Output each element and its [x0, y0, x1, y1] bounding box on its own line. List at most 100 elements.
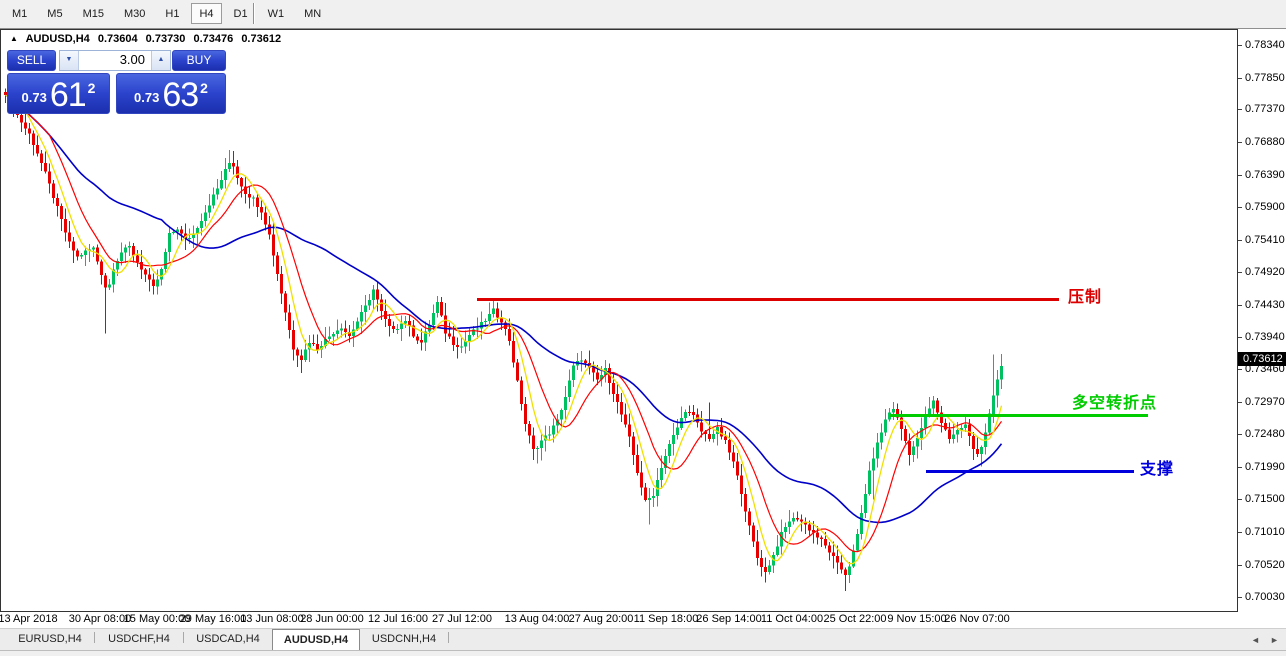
- timeframe-button-M15[interactable]: M15: [75, 3, 112, 24]
- sell-price-big: 61: [50, 81, 86, 109]
- timeframe-button-H1[interactable]: H1: [157, 3, 187, 24]
- y-axis-label: 0.72480: [1245, 428, 1285, 440]
- tab-AUDUSD-H4[interactable]: AUDUSD,H4: [272, 629, 360, 650]
- support-label: 支撑: [1140, 461, 1174, 479]
- sell-price-display[interactable]: 0.73 61 2: [7, 73, 110, 114]
- y-axis-label: 0.75410: [1245, 234, 1285, 246]
- price-tick: [1238, 402, 1242, 403]
- tab-USDCAD-H4[interactable]: USDCAD,H4: [184, 629, 272, 650]
- y-axis-label: 0.74430: [1245, 299, 1285, 311]
- current-price-badge: 0.73612: [1238, 352, 1286, 366]
- x-axis-label: 27 Jul 12:00: [432, 613, 492, 625]
- buy-price-prefix: 0.73: [134, 87, 159, 109]
- y-axis-label: 0.72970: [1245, 396, 1285, 408]
- x-axis-label: 11 Oct 04:00: [761, 613, 823, 625]
- sell-price-prefix: 0.73: [22, 87, 47, 109]
- price-axis[interactable]: 0.783400.778500.773700.768800.763900.759…: [1238, 29, 1286, 628]
- ohlc-low: 0.73476: [193, 33, 233, 45]
- price-tick: [1238, 532, 1242, 533]
- tab-EURUSD-H4[interactable]: EURUSD,H4: [6, 629, 94, 650]
- chart-tab-bar: EURUSD,H4USDCHF,H4USDCAD,H4AUDUSD,H4USDC…: [0, 628, 1286, 650]
- one-click-trading-panel: SELL ▼ 3.00 ▲ BUY 0.73 61 2 0.73 63 2: [7, 50, 226, 114]
- price-tick: [1238, 434, 1242, 435]
- x-axis-label: 27 Aug 20:00: [569, 613, 634, 625]
- y-axis-label: 0.75900: [1245, 201, 1285, 213]
- price-tick: [1238, 207, 1242, 208]
- x-axis-label: 26 Sep 14:00: [696, 613, 761, 625]
- ohlc-close: 0.73612: [241, 33, 281, 45]
- x-axis-label: 13 Aug 04:00: [505, 613, 570, 625]
- x-axis-label: 26 Nov 07:00: [944, 613, 1009, 625]
- tab-separator: [448, 632, 449, 643]
- timeframe-button-H4[interactable]: H4: [191, 3, 221, 24]
- price-tick: [1238, 272, 1242, 273]
- support-line[interactable]: [926, 470, 1134, 473]
- price-tick: [1238, 565, 1242, 566]
- price-tick: [1238, 467, 1242, 468]
- timeframe-button-M30[interactable]: M30: [116, 3, 153, 24]
- x-axis-label: 11 Sep 18:00: [634, 613, 699, 625]
- volume-spinner: ▼ 3.00 ▲: [59, 50, 171, 71]
- ohlc-high: 0.73730: [146, 33, 186, 45]
- y-axis-label: 0.70030: [1245, 591, 1285, 603]
- price-tick: [1238, 78, 1242, 79]
- x-axis-label: 12 Jul 16:00: [368, 613, 428, 625]
- volume-increase-icon[interactable]: ▲: [151, 51, 170, 70]
- sell-price-pip: 2: [88, 80, 96, 96]
- y-axis-label: 0.78340: [1245, 39, 1285, 51]
- x-axis-label: 13 Apr 2018: [0, 613, 58, 625]
- timeframe-button-D1[interactable]: D1: [226, 3, 256, 24]
- x-axis-label: 9 Nov 15:00: [887, 613, 946, 625]
- x-axis-label: 28 Jun 00:00: [300, 613, 364, 625]
- resistance-label: 压制: [1068, 289, 1102, 307]
- timeframe-button-W1[interactable]: W1: [260, 3, 293, 24]
- y-axis-label: 0.74920: [1245, 266, 1285, 278]
- price-tick: [1238, 337, 1242, 338]
- time-axis[interactable]: 13 Apr 201830 Apr 08:0015 May 00:0029 Ma…: [0, 612, 1238, 628]
- price-tick: [1238, 305, 1242, 306]
- price-tick: [1238, 175, 1242, 176]
- tab-USDCHF-H4[interactable]: USDCHF,H4: [95, 629, 183, 650]
- chart-symbol: AUDUSD,H4: [26, 33, 90, 45]
- chart-window: 压制多空转折点支撑 ▲ AUDUSD,H4 0.73604 0.73730 0.…: [0, 29, 1238, 612]
- x-axis-label: 30 Apr 08:00: [69, 613, 131, 625]
- x-axis-label: 13 Jun 08:00: [240, 613, 304, 625]
- tab-scroll-right-icon[interactable]: ►: [1270, 634, 1279, 646]
- chart-title: ▲ AUDUSD,H4 0.73604 0.73730 0.73476 0.73…: [10, 33, 286, 45]
- buy-price-big: 63: [162, 81, 198, 109]
- y-axis-label: 0.76390: [1245, 169, 1285, 181]
- x-axis-label: 25 Oct 22:00: [824, 613, 887, 625]
- y-axis-label: 0.71500: [1245, 493, 1285, 505]
- buy-button[interactable]: BUY: [172, 50, 226, 71]
- timeframe-toolbar: M1M5M15M30H1H4D1W1MN: [0, 0, 1286, 29]
- collapse-panel-icon[interactable]: ▲: [10, 34, 18, 43]
- tab-USDCNH-H4[interactable]: USDCNH,H4: [360, 629, 448, 650]
- buy-price-display[interactable]: 0.73 63 2: [116, 73, 226, 114]
- y-axis-label: 0.71990: [1245, 461, 1285, 473]
- y-axis-label: 0.76880: [1245, 136, 1285, 148]
- volume-decrease-icon[interactable]: ▼: [60, 51, 79, 70]
- y-axis-label: 0.71010: [1245, 526, 1285, 538]
- tab-scroll-left-icon[interactable]: ◄: [1251, 634, 1260, 646]
- price-tick: [1238, 142, 1242, 143]
- price-tick: [1238, 45, 1242, 46]
- y-axis-label: 0.77850: [1245, 72, 1285, 84]
- volume-input[interactable]: 3.00: [79, 51, 151, 70]
- timeframe-button-M1[interactable]: M1: [4, 3, 35, 24]
- price-tick: [1238, 369, 1242, 370]
- sell-button[interactable]: SELL: [7, 50, 56, 71]
- toolbar-separator: [253, 3, 255, 24]
- price-tick: [1238, 240, 1242, 241]
- y-axis-label: 0.70520: [1245, 559, 1285, 571]
- status-strip: [0, 650, 1286, 656]
- y-axis-label: 0.73940: [1245, 331, 1285, 343]
- price-tick: [1238, 109, 1242, 110]
- pivot-line[interactable]: [890, 414, 1148, 417]
- resistance-line[interactable]: [477, 298, 1059, 301]
- price-tick: [1238, 499, 1242, 500]
- buy-price-pip: 2: [200, 80, 208, 96]
- price-chart-canvas[interactable]: [1, 30, 1237, 611]
- price-tick: [1238, 597, 1242, 598]
- timeframe-button-M5[interactable]: M5: [39, 3, 70, 24]
- timeframe-button-MN[interactable]: MN: [296, 3, 329, 24]
